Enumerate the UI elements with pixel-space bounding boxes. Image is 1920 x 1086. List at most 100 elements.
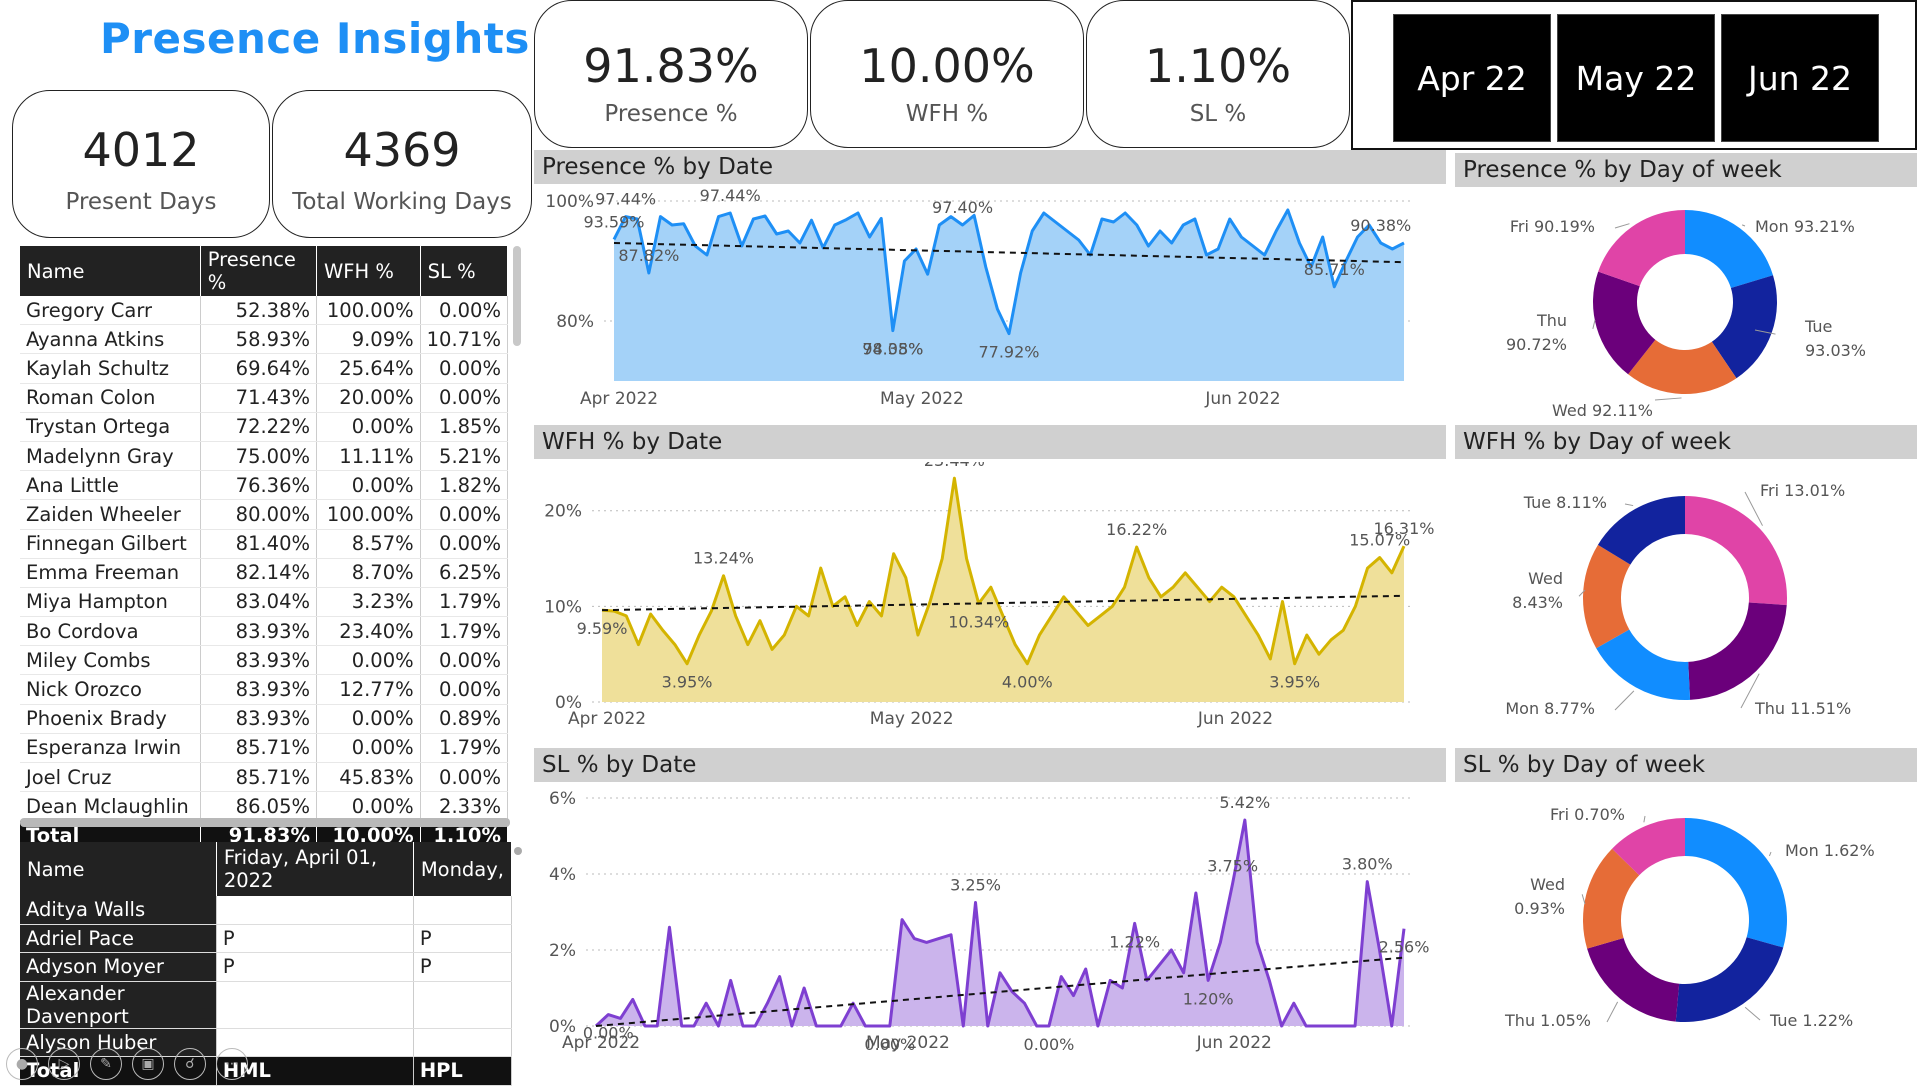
present-days-card[interactable]: 4012 Present Days — [12, 90, 270, 238]
row-value: 8.57% — [316, 529, 421, 559]
month-button-may[interactable]: May 22 — [1557, 14, 1715, 142]
leader-line — [1614, 223, 1630, 229]
donut-slice-fri[interactable] — [1685, 496, 1787, 606]
presence-by-date-chart[interactable]: 100% 80% Apr 2022 May 2022 Jun 2022 97.44% 93.… — [534, 186, 1446, 416]
table2-scroll-dot[interactable] — [514, 847, 522, 855]
table-row[interactable]: Phoenix Brady 83.93% 0.00% 0.89% — [20, 704, 509, 734]
col2-header-date1[interactable]: Friday, April 01, 2022 — [216, 842, 414, 896]
data-label: 23.44% — [924, 462, 985, 470]
search-icon[interactable]: ☌ — [174, 1048, 206, 1080]
row-name: Bo Cordova — [20, 616, 201, 647]
table-row[interactable]: Bo Cordova 83.93% 23.40% 1.79% — [20, 616, 509, 647]
row-value: 2.33% — [420, 791, 509, 822]
table-row[interactable]: Finnegan Gilbert 81.40% 8.57% 0.00% — [20, 529, 509, 559]
data-label: 3.75% — [1207, 857, 1258, 876]
sl-by-dow-donut[interactable]: Mon 1.62% Tue 1.22% Thu 1.05% Wed 0.93% Fri 0… — [1455, 784, 1917, 1054]
row-status — [413, 896, 513, 925]
table-row[interactable]: Madelynn Gray 75.00% 11.11% 5.21% — [20, 441, 509, 472]
more-icon[interactable]: ⋯ — [216, 1048, 248, 1080]
donut-slice-mon[interactable] — [1685, 818, 1787, 948]
row-value: 12.77% — [316, 674, 421, 705]
col-header-sl[interactable]: SL % — [420, 246, 509, 296]
present-days-value: 4012 — [82, 123, 200, 177]
month-button-jun[interactable]: Jun 22 — [1721, 14, 1879, 142]
table-row[interactable]: Miya Hampton 83.04% 3.23% 1.79% — [20, 587, 509, 618]
sl-card[interactable]: 1.10% SL % — [1086, 0, 1350, 148]
row-status: P — [216, 924, 414, 953]
pin-icon[interactable]: ● — [6, 1048, 38, 1080]
table-row[interactable]: Gregory Carr 52.38% 100.00% 0.00% — [20, 296, 509, 326]
wfh-by-dow-header: WFH % by Day of week — [1455, 425, 1917, 459]
x-tick-label: Jun 2022 — [1204, 389, 1280, 409]
data-label: 3.95% — [1269, 673, 1320, 692]
data-label: 16.31% — [1373, 519, 1434, 538]
layers-icon[interactable]: ▣ — [132, 1048, 164, 1080]
row-name: Aditya Walls — [20, 896, 217, 925]
table-row[interactable]: Esperanza Irwin 85.71% 0.00% 1.79% — [20, 733, 509, 764]
table-row[interactable]: Roman Colon 71.43% 20.00% 0.00% — [20, 383, 509, 413]
table-row[interactable]: Adriel Pace P P — [20, 924, 513, 953]
y-tick-label: 100% — [545, 192, 594, 212]
col-header-presence[interactable]: Presence % — [200, 246, 318, 296]
total-working-days-card[interactable]: 4369 Total Working Days — [272, 90, 532, 238]
donut-slice-wed[interactable] — [1583, 544, 1631, 649]
col-header-name[interactable]: Name — [20, 246, 201, 296]
row-name: Phoenix Brady — [20, 704, 201, 734]
row-value: 83.93% — [200, 704, 318, 734]
wfh-by-date-chart[interactable]: 20%10%0%Apr 2022 May 2022 Jun 20229.59%3.9… — [534, 462, 1446, 742]
row-value: 83.93% — [200, 616, 318, 647]
table-row[interactable]: Ana Little 76.36% 0.00% 1.82% — [20, 470, 509, 501]
col-header-wfh[interactable]: WFH % — [316, 246, 421, 296]
wfh-label: WFH % — [905, 101, 989, 127]
row-name: Emma Freeman — [20, 558, 201, 588]
table-row[interactable]: Zaiden Wheeler 80.00% 100.00% 0.00% — [20, 499, 509, 530]
leader-line — [1606, 1001, 1619, 1023]
donut-slice-thu[interactable] — [1587, 937, 1680, 1022]
table-row[interactable]: Adyson Moyer P P — [20, 952, 513, 982]
row-value: 45.83% — [316, 762, 421, 793]
data-label: 5.42% — [1219, 793, 1270, 812]
row-value: 0.00% — [420, 499, 509, 530]
presence-by-dow-donut[interactable]: Mon 93.21% Tue 93.03% Wed 92.11% Thu 90.72% Fr… — [1455, 190, 1917, 420]
table-row[interactable]: Joel Cruz 85.71% 45.83% 0.00% — [20, 762, 509, 793]
col2-header-name[interactable]: Name — [20, 842, 217, 896]
sl-by-date-chart[interactable]: 6%4%2%0%Apr 2022 May 2022 Jun 20220.00%3.2… — [534, 784, 1446, 1054]
wfh-by-dow-donut[interactable]: Fri 13.01% Thu 11.51% Mon 8.77% Wed 8.43% Tue… — [1455, 460, 1917, 740]
data-label: 1.20% — [1183, 989, 1234, 1008]
row-value: 0.00% — [420, 762, 509, 793]
data-label: 93.59% — [583, 212, 644, 231]
table-hscrollbar[interactable] — [20, 818, 510, 827]
table-row[interactable]: Alexander Davenport — [20, 981, 513, 1029]
col2-header-date2[interactable]: Monday, — [413, 842, 513, 896]
table-row[interactable]: Trystan Ortega 72.22% 0.00% 1.85% — [20, 412, 509, 442]
presence-card[interactable]: 91.83% Presence % — [534, 0, 808, 148]
table-row[interactable]: Emma Freeman 82.14% 8.70% 6.25% — [20, 558, 509, 588]
leader-line — [1592, 319, 1596, 329]
wfh-card[interactable]: 10.00% WFH % — [810, 0, 1084, 148]
table-row[interactable]: Kaylah Schultz 69.64% 25.64% 0.00% — [20, 353, 509, 384]
table-row[interactable]: Ayanna Atkins 58.93% 9.09% 10.71% — [20, 324, 509, 355]
donut-slice-fri[interactable] — [1598, 209, 1685, 287]
x-tick-label: Apr 2022 — [580, 389, 658, 409]
pen-icon[interactable]: ✎ — [90, 1048, 122, 1080]
month-button-apr[interactable]: Apr 22 — [1393, 14, 1551, 142]
table-row[interactable]: Miley Combs 83.93% 0.00% 0.00% — [20, 645, 509, 676]
total-value: HPL — [413, 1056, 513, 1086]
slice-label: 8.43% — [1512, 593, 1563, 612]
leader-line — [1624, 503, 1634, 507]
bottom-toolbar: ● ▷ ✎ ▣ ☌ ⋯ — [6, 1048, 248, 1080]
row-value: 10.71% — [420, 324, 509, 355]
leader-line — [1654, 397, 1682, 401]
donut-slice-tue[interactable] — [1675, 937, 1784, 1022]
row-value: 0.00% — [316, 704, 421, 734]
table-scrollbar[interactable] — [513, 246, 521, 346]
row-value: 0.00% — [420, 529, 509, 559]
donut-slice-thu[interactable] — [1688, 602, 1787, 700]
presence-by-date-header: Presence % by Date — [534, 150, 1446, 184]
table-row[interactable]: Nick Orozco 83.93% 12.77% 0.00% — [20, 674, 509, 705]
total-working-days-label: Total Working Days — [292, 189, 512, 215]
play-icon[interactable]: ▷ — [48, 1048, 80, 1080]
table-row[interactable]: Dean Mclaughlin 86.05% 0.00% 2.33% — [20, 791, 509, 822]
table-row[interactable]: Aditya Walls — [20, 896, 513, 925]
slice-label: Thu — [1536, 311, 1567, 330]
